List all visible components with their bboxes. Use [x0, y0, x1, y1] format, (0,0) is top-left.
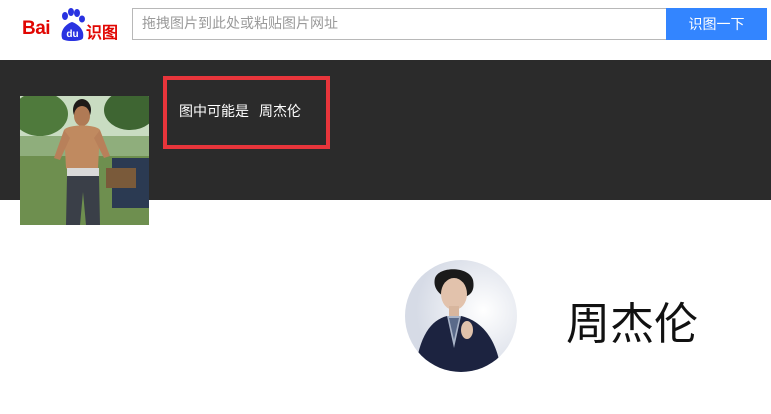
search-button[interactable]: 识图一下 [666, 8, 767, 40]
logo-paw-text: du [66, 29, 78, 40]
celebrity-photo [405, 260, 517, 372]
query-image-thumbnail[interactable] [20, 96, 149, 225]
celebrity-name[interactable]: 周杰伦 [566, 288, 698, 352]
search-box [132, 8, 666, 40]
logo-text-bai: Bai [22, 18, 51, 39]
recognition-hint-prefix: 图中可能是 [179, 104, 249, 120]
search-input[interactable] [133, 9, 666, 39]
baidu-shitu-logo[interactable]: Bai du 识图 [22, 6, 122, 42]
celebrity-avatar[interactable] [405, 260, 517, 372]
baidu-shitu-page: Bai du 识图 识图一下 [0, 0, 771, 414]
recognition-hint-name-link[interactable]: 周杰伦 [259, 104, 301, 120]
top-bar: Bai du 识图 识图一下 [0, 0, 771, 60]
recognition-hint: 图中可能是 周杰伦 [179, 101, 301, 121]
baidu-paw-icon: du [61, 8, 85, 41]
logo-text-shitu: 识图 [86, 23, 119, 42]
query-photo [20, 96, 149, 225]
